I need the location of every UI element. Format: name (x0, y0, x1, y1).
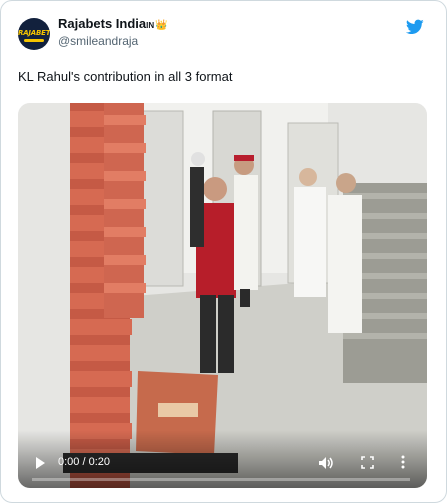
author-handle[interactable]: @smileandraja (58, 34, 138, 48)
tweet-card[interactable]: RAJABETS Rajabets IndiaIN👑 @smileandraja… (0, 0, 447, 503)
avatar-logo-swoosh (24, 39, 44, 42)
fullscreen-icon[interactable] (361, 456, 374, 469)
author-name-row[interactable]: Rajabets IndiaIN👑 (58, 16, 168, 31)
progress-bar[interactable] (32, 478, 410, 481)
twitter-bird-icon[interactable] (406, 19, 424, 35)
more-options-icon[interactable] (401, 455, 405, 469)
play-icon[interactable] (36, 457, 45, 469)
author-badge: IN (146, 21, 155, 30)
volume-icon[interactable] (318, 456, 334, 470)
avatar-logo-text: RAJABETS (18, 29, 50, 37)
video-time: 0:00 / 0:20 (58, 456, 110, 468)
author-name[interactable]: Rajabets India (58, 16, 146, 31)
video-controls: 0:00 / 0:20 (18, 430, 427, 488)
avatar[interactable]: RAJABETS (18, 18, 50, 50)
tweet-text: KL Rahul's contribution in all 3 format (18, 69, 233, 84)
crown-icon: 👑 (155, 20, 168, 31)
video-player[interactable]: 0:00 / 0:20 (18, 103, 427, 488)
